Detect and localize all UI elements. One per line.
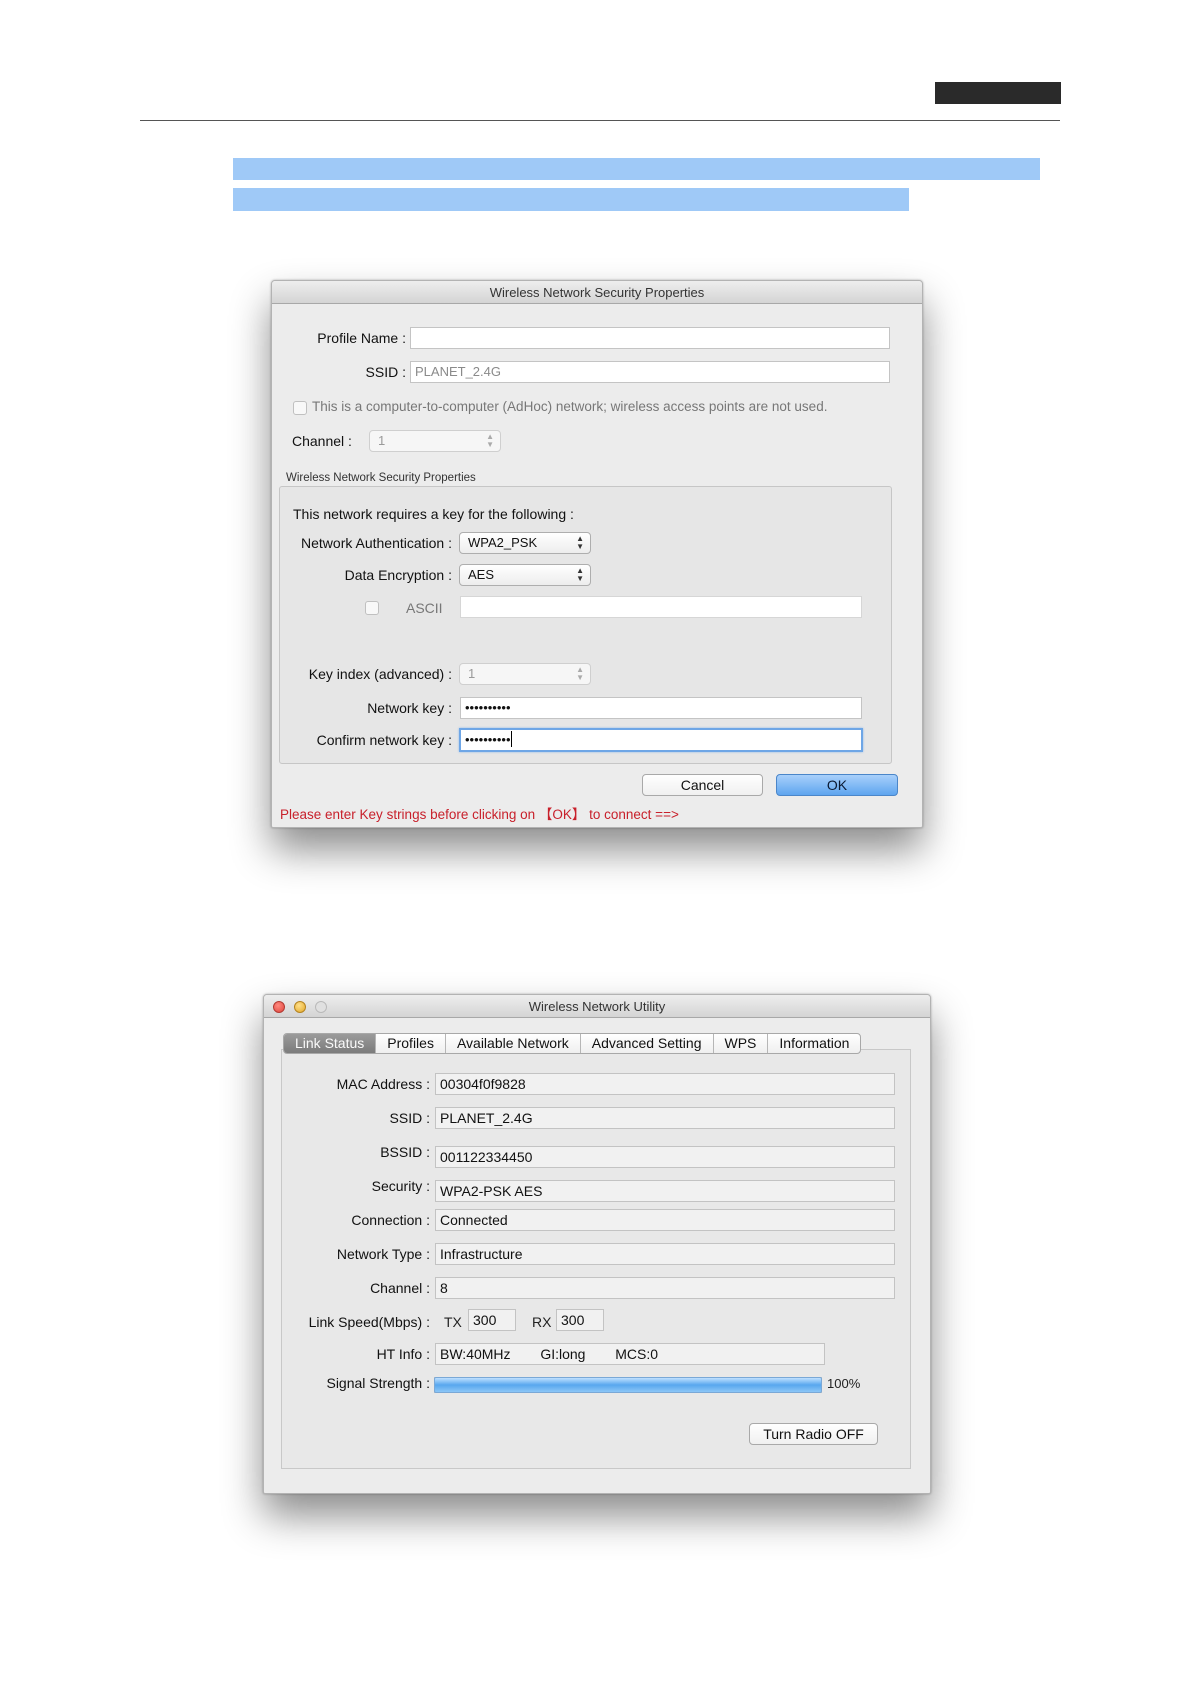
stepper-arrows-icon: ▲ ▼	[576, 534, 584, 551]
security-value: WPA2-PSK AES	[435, 1180, 895, 1202]
encryption-value: AES	[468, 567, 495, 582]
channel-value: 1	[378, 433, 386, 448]
ssid-value: PLANET_2.4G	[435, 1107, 895, 1129]
key-index-select[interactable]: 1 ▲ ▼	[459, 663, 591, 685]
channel-label: Channel :	[292, 433, 352, 449]
key-index-value: 1	[468, 666, 476, 681]
adhoc-checkbox[interactable]	[293, 401, 307, 415]
security-properties-window: Wireless Network Security Properties Pro…	[271, 280, 923, 828]
ssid-label: SSID :	[389, 1110, 430, 1126]
encryption-select[interactable]: AES ▲ ▼	[459, 564, 591, 586]
window-title: Wireless Network Utility	[264, 995, 930, 1018]
auth-label: Network Authentication :	[301, 535, 452, 551]
wireless-utility-window: Wireless Network Utility MAC Address : 0…	[263, 994, 931, 1494]
cancel-button[interactable]: Cancel	[642, 774, 763, 796]
ok-button[interactable]: OK	[776, 774, 898, 796]
tab-bar: Link Status Profiles Available Network A…	[283, 1033, 862, 1054]
text-caret	[510, 731, 512, 747]
ascii-label: ASCII	[406, 600, 443, 616]
mac-label: MAC Address :	[336, 1076, 430, 1092]
ssid-input[interactable]: PLANET_2.4G	[410, 361, 890, 383]
security-label: Security :	[371, 1178, 430, 1194]
security-groupbox: This network requires a key for the foll…	[279, 486, 892, 764]
ht-mcs-value: MCS:0	[615, 1346, 659, 1362]
channel-label: Channel :	[370, 1280, 430, 1296]
minimize-window-icon[interactable]	[294, 1001, 306, 1013]
signal-percent-text: 100%	[827, 1376, 861, 1391]
profile-name-input[interactable]	[410, 327, 890, 349]
adhoc-text: This is a computer-to-computer (AdHoc) n…	[312, 399, 828, 414]
requires-key-text: This network requires a key for the foll…	[293, 506, 574, 522]
encryption-label: Data Encryption :	[344, 567, 452, 583]
connection-value: Connected	[435, 1209, 895, 1231]
tab-advanced-setting[interactable]: Advanced Setting	[581, 1034, 714, 1053]
mac-value: 00304f0f9828	[435, 1073, 895, 1095]
profile-name-label: Profile Name :	[317, 330, 406, 346]
tx-label: TX	[444, 1314, 462, 1330]
auth-select[interactable]: WPA2_PSK ▲ ▼	[459, 532, 591, 554]
channel-select[interactable]: 1 ▲ ▼	[369, 430, 501, 452]
tab-profiles[interactable]: Profiles	[376, 1034, 446, 1053]
highlighted-text-bar	[233, 158, 1040, 180]
ssid-label: SSID :	[365, 364, 406, 380]
group-title: Wireless Network Security Properties	[286, 472, 476, 484]
warning-message: Please enter Key strings before clicking…	[280, 807, 679, 822]
confirm-key-value: ••••••••••	[465, 732, 511, 747]
channel-value: 8	[435, 1277, 895, 1299]
ascii-input[interactable]	[460, 596, 862, 618]
link-status-panel: MAC Address : 00304f0f9828 SSID : PLANET…	[281, 1049, 911, 1469]
bssid-value: 001122334450	[435, 1146, 895, 1168]
network-type-value: Infrastructure	[435, 1243, 895, 1265]
network-key-input[interactable]: ••••••••••	[460, 697, 862, 719]
network-key-label: Network key :	[367, 700, 452, 716]
header-black-block	[935, 82, 1061, 104]
signal-meter-track	[434, 1377, 822, 1393]
tab-available-network[interactable]: Available Network	[446, 1034, 581, 1053]
rx-label: RX	[532, 1314, 552, 1330]
connection-label: Connection :	[351, 1212, 430, 1228]
highlighted-text-bar	[233, 188, 909, 211]
tab-wps[interactable]: WPS	[714, 1034, 769, 1053]
confirm-key-label: Confirm network key :	[316, 732, 452, 748]
stepper-arrows-icon: ▲ ▼	[576, 566, 584, 583]
zoom-window-icon[interactable]	[315, 1001, 327, 1013]
window-title: Wireless Network Security Properties	[272, 281, 922, 304]
ht-info-label: HT Info :	[376, 1346, 430, 1362]
confirm-key-input[interactable]: ••••••••••	[459, 728, 863, 752]
stepper-arrows-icon: ▲ ▼	[486, 432, 494, 449]
tx-value: 300	[468, 1309, 516, 1331]
ht-info-field: BW:40MHz GI:long MCS:0	[435, 1343, 825, 1365]
signal-meter-fill	[434, 1377, 822, 1393]
rx-value: 300	[556, 1309, 604, 1331]
network-type-label: Network Type :	[336, 1246, 430, 1262]
turn-radio-off-button[interactable]: Turn Radio OFF	[749, 1423, 878, 1445]
link-speed-label: Link Speed(Mbps) :	[308, 1314, 430, 1330]
tab-link-status[interactable]: Link Status	[284, 1034, 377, 1053]
ht-gi-value: GI:long	[540, 1346, 586, 1362]
close-window-icon[interactable]	[273, 1001, 285, 1013]
key-index-label: Key index (advanced) :	[308, 666, 452, 682]
auth-value: WPA2_PSK	[468, 535, 538, 550]
stepper-arrows-icon: ▲ ▼	[576, 665, 584, 682]
ascii-checkbox[interactable]	[365, 601, 379, 615]
ht-bw-value: BW:40MHz	[440, 1346, 511, 1362]
bssid-label: BSSID :	[380, 1144, 430, 1160]
header-rule	[140, 120, 1060, 121]
tab-information[interactable]: Information	[768, 1034, 860, 1053]
signal-strength-label: Signal Strength :	[326, 1375, 430, 1391]
